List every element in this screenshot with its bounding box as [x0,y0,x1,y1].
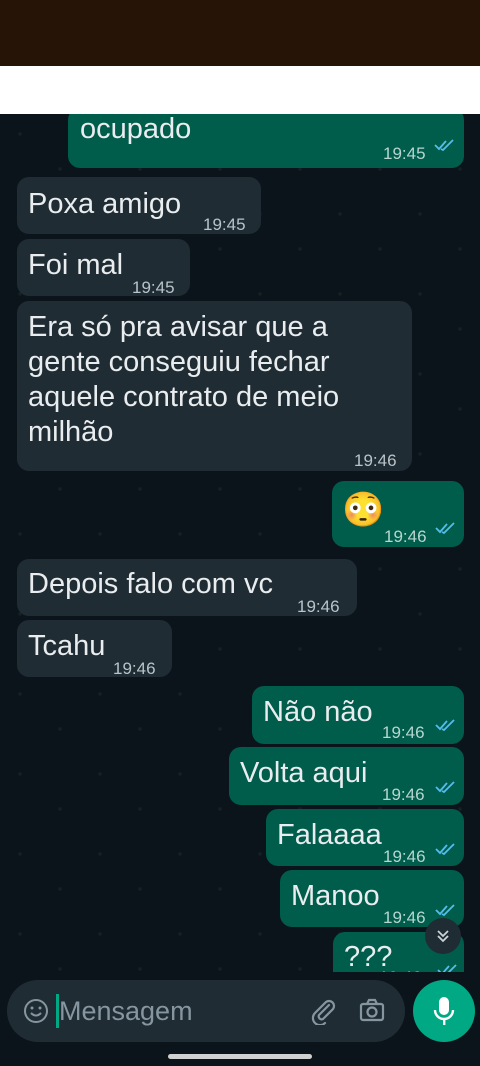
message-time: 19:46 [382,785,425,804]
read-ticks-icon [435,719,455,731]
message-text: Era só pra avisar que a gente conseguiu … [28,311,340,448]
message-input[interactable]: Mensagem [59,996,193,1027]
message-text: Falaaaa [277,819,382,851]
chevrons-down-icon [437,930,449,943]
message-incoming[interactable]: Foi mal 19:45 [17,239,190,297]
message-text: Foi mal [28,249,124,281]
message-time: 19:46 [297,597,340,616]
read-ticks-icon [435,522,455,534]
message-outgoing[interactable]: Volta aqui 19:46 [229,747,464,805]
read-ticks-icon [435,843,455,855]
message-text: ocupado [80,114,192,145]
status-bar [0,0,480,66]
message-incoming[interactable]: Era só pra avisar que a gente conseguiu … [17,301,412,471]
emoji-icon[interactable] [23,998,49,1024]
message-time: 19:46 [383,847,426,866]
message-time: 19:45 [383,144,426,163]
paperclip-icon[interactable] [309,997,337,1025]
message-time: 19:46 [113,659,156,678]
message-incoming[interactable]: Depois falo com vc 19:46 [17,559,357,616]
read-ticks-icon [434,139,454,151]
message-text: Manoo [291,880,380,912]
chat-header [0,66,480,114]
message-time: 19:45 [203,215,246,234]
message-incoming[interactable]: Poxa amigo 19:45 [17,177,261,234]
message-outgoing[interactable]: Não não 19:46 [252,686,464,744]
voice-message-button[interactable] [413,980,475,1042]
navigation-handle[interactable] [168,1054,312,1059]
message-list[interactable]: ocupado 19:45 Poxa amigo 19:45 Foi mal 1… [0,114,480,972]
read-ticks-icon [435,904,455,916]
scroll-to-bottom-button[interactable] [425,918,461,954]
message-incoming[interactable]: Tcahu 19:46 [17,620,172,678]
message-text: Tcahu [28,630,106,662]
message-text: Depois falo com vc [28,568,273,600]
message-outgoing[interactable]: 😳 19:46 [332,481,464,547]
message-time: 19:45 [132,278,175,297]
message-text: Volta aqui [240,757,368,789]
message-time: 19:46 [379,960,422,972]
message-outgoing[interactable]: ocupado 19:45 [68,114,464,168]
message-text: Poxa amigo [28,188,182,220]
message-time: 19:46 [354,451,397,470]
message-outgoing[interactable]: Falaaaa 19:46 [266,809,464,866]
message-text: 😳 [342,491,385,529]
read-ticks-icon [437,964,457,972]
message-text: Não não [263,696,373,728]
message-time: 19:46 [384,527,427,546]
message-time: 19:46 [383,908,426,927]
camera-icon[interactable] [359,998,385,1022]
read-ticks-icon [435,781,455,793]
message-time: 19:46 [382,723,425,742]
mic-icon [433,997,455,1025]
message-input-bar[interactable]: Mensagem [7,980,405,1042]
